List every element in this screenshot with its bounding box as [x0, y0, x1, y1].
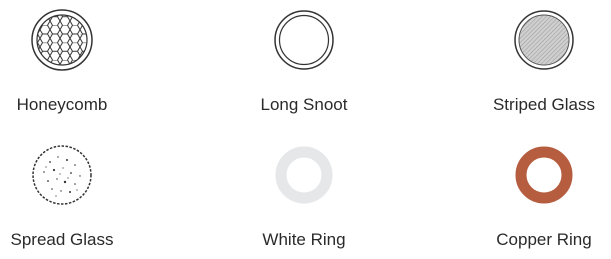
accessory-label: Long Snoot	[260, 95, 348, 114]
accessory-label: White Ring	[262, 230, 346, 249]
accessory-label: Spread Glass	[10, 230, 114, 249]
spread-glass-icon	[30, 143, 94, 207]
accessory-honeycomb[interactable]: Honeycomb	[0, 8, 162, 118]
accessory-spread-glass[interactable]: Spread Glass	[0, 143, 162, 253]
accessory-long-snoot[interactable]: Long Snoot	[204, 8, 404, 118]
accessory-grid: Honeycomb Long Snoot Striped Glass Sprea…	[0, 0, 611, 259]
accessory-copper-ring[interactable]: Copper Ring	[444, 143, 611, 253]
accessory-striped-glass[interactable]: Striped Glass	[444, 8, 611, 118]
honeycomb-grid-icon	[30, 8, 94, 72]
accessory-label: Honeycomb	[16, 95, 108, 114]
white-ring-icon	[272, 143, 336, 207]
accessory-label: Striped Glass	[492, 95, 596, 114]
accessory-label: Copper Ring	[496, 230, 592, 249]
accessory-white-ring[interactable]: White Ring	[204, 143, 404, 253]
copper-ring-icon	[512, 143, 576, 207]
striped-glass-icon	[512, 8, 576, 72]
long-snoot-icon	[272, 8, 336, 72]
